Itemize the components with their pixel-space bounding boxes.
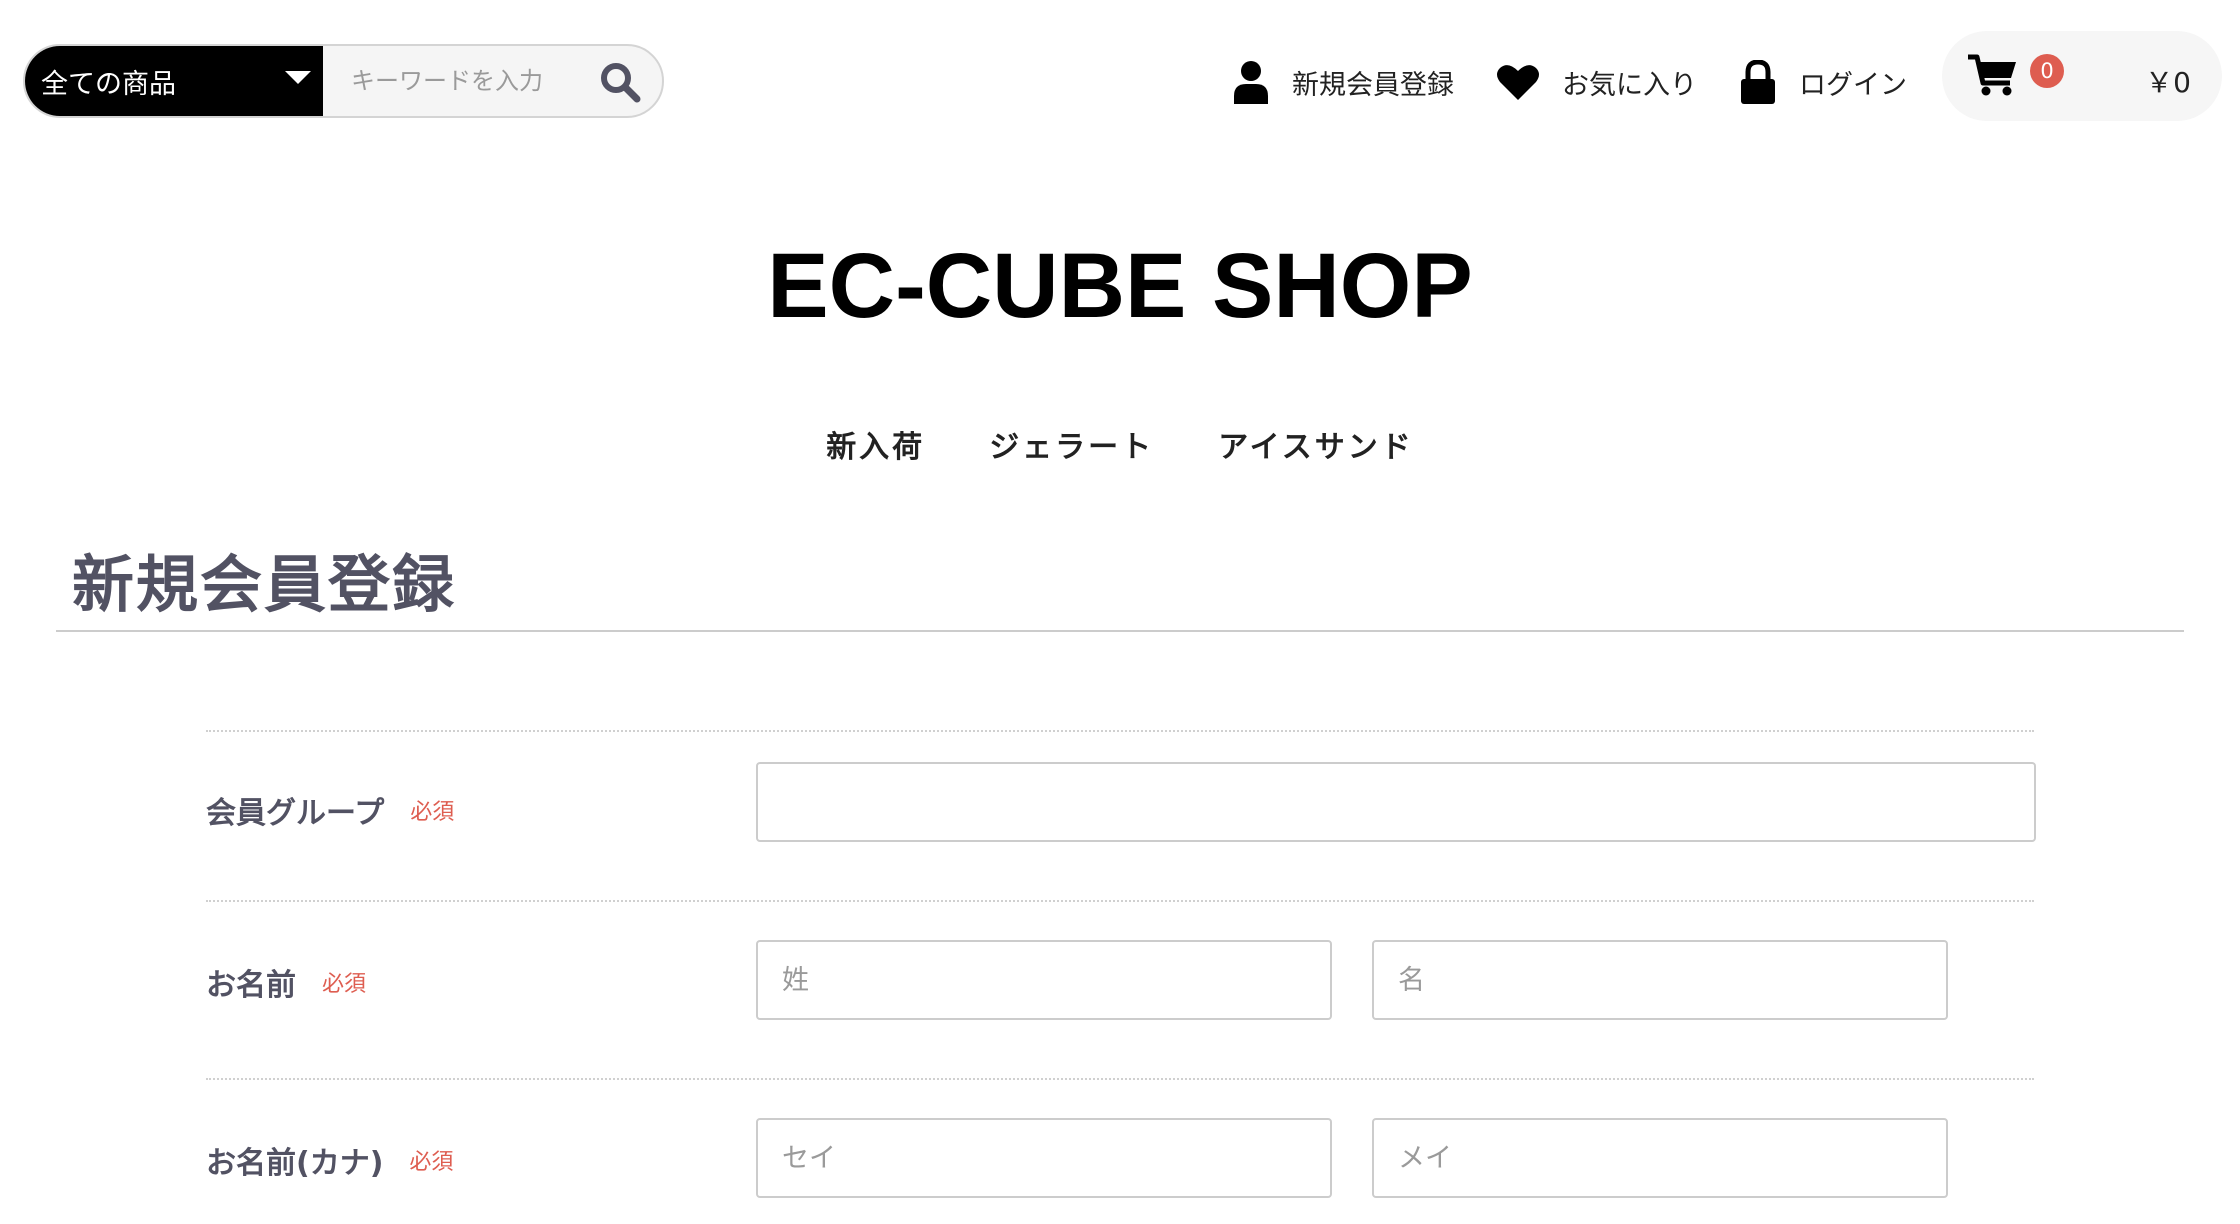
lock-icon <box>1739 60 1777 104</box>
favorites-link[interactable]: お気に入り <box>1496 62 1697 102</box>
name-kana-label-row: お名前(カナ) 必須 <box>206 1138 453 1182</box>
header-nav: 新規会員登録 お気に入り ログイン <box>1232 50 1949 114</box>
name-kana-label: お名前(カナ) <box>206 1146 384 1181</box>
header-bar: 全ての商品 新規会員登録 <box>0 0 2240 160</box>
search-input[interactable] <box>323 46 603 116</box>
cart-count-badge: 0 <box>2030 54 2064 88</box>
form-divider <box>206 1078 2034 1080</box>
category-select[interactable]: 全ての商品 <box>25 46 323 116</box>
member-group-label-row: 会員グループ 必須 <box>206 788 454 832</box>
caret-down-icon <box>285 71 311 84</box>
last-name-kana-input[interactable] <box>756 1118 1332 1198</box>
category-nav: 新入荷 ジェラート アイスサンド <box>0 422 2240 466</box>
login-label: ログイン <box>1799 69 1907 101</box>
category-select-label: 全ての商品 <box>41 68 176 100</box>
first-name-input[interactable] <box>1372 940 1948 1020</box>
required-badge: 必須 <box>410 800 455 825</box>
form-divider <box>206 900 2034 902</box>
cart-icon <box>1968 53 2018 101</box>
category-nav-item-new[interactable]: 新入荷 <box>826 422 925 466</box>
form-divider <box>206 730 2034 732</box>
heart-icon <box>1496 62 1540 102</box>
member-group-label: 会員グループ <box>206 796 385 831</box>
name-label-row: お名前 必須 <box>206 960 366 1004</box>
register-link[interactable]: 新規会員登録 <box>1232 60 1454 104</box>
cart-button[interactable]: 0 ￥0 <box>1942 31 2222 121</box>
search-button[interactable] <box>594 56 646 108</box>
title-divider <box>56 630 2184 632</box>
login-link[interactable]: ログイン <box>1739 60 1907 104</box>
last-name-input[interactable] <box>756 940 1332 1020</box>
page-title: 新規会員登録 <box>72 548 457 621</box>
category-nav-item-gelato[interactable]: ジェラート <box>989 422 1154 466</box>
cart-price: ￥0 <box>2145 66 2191 99</box>
shop-logo[interactable]: EC-CUBE SHOP <box>0 226 2240 346</box>
register-label: 新規会員登録 <box>1292 69 1454 101</box>
first-name-kana-input[interactable] <box>1372 1118 1948 1198</box>
search-bar: 全ての商品 <box>23 44 664 118</box>
search-icon <box>601 63 641 103</box>
required-badge: 必須 <box>409 1150 454 1175</box>
category-nav-item-ice-sand[interactable]: アイスサンド <box>1218 422 1414 466</box>
user-icon <box>1232 60 1270 104</box>
required-badge: 必須 <box>322 972 367 997</box>
member-group-field[interactable] <box>756 762 2036 842</box>
favorites-label: お気に入り <box>1562 69 1697 101</box>
name-label: お名前 <box>206 968 296 1003</box>
